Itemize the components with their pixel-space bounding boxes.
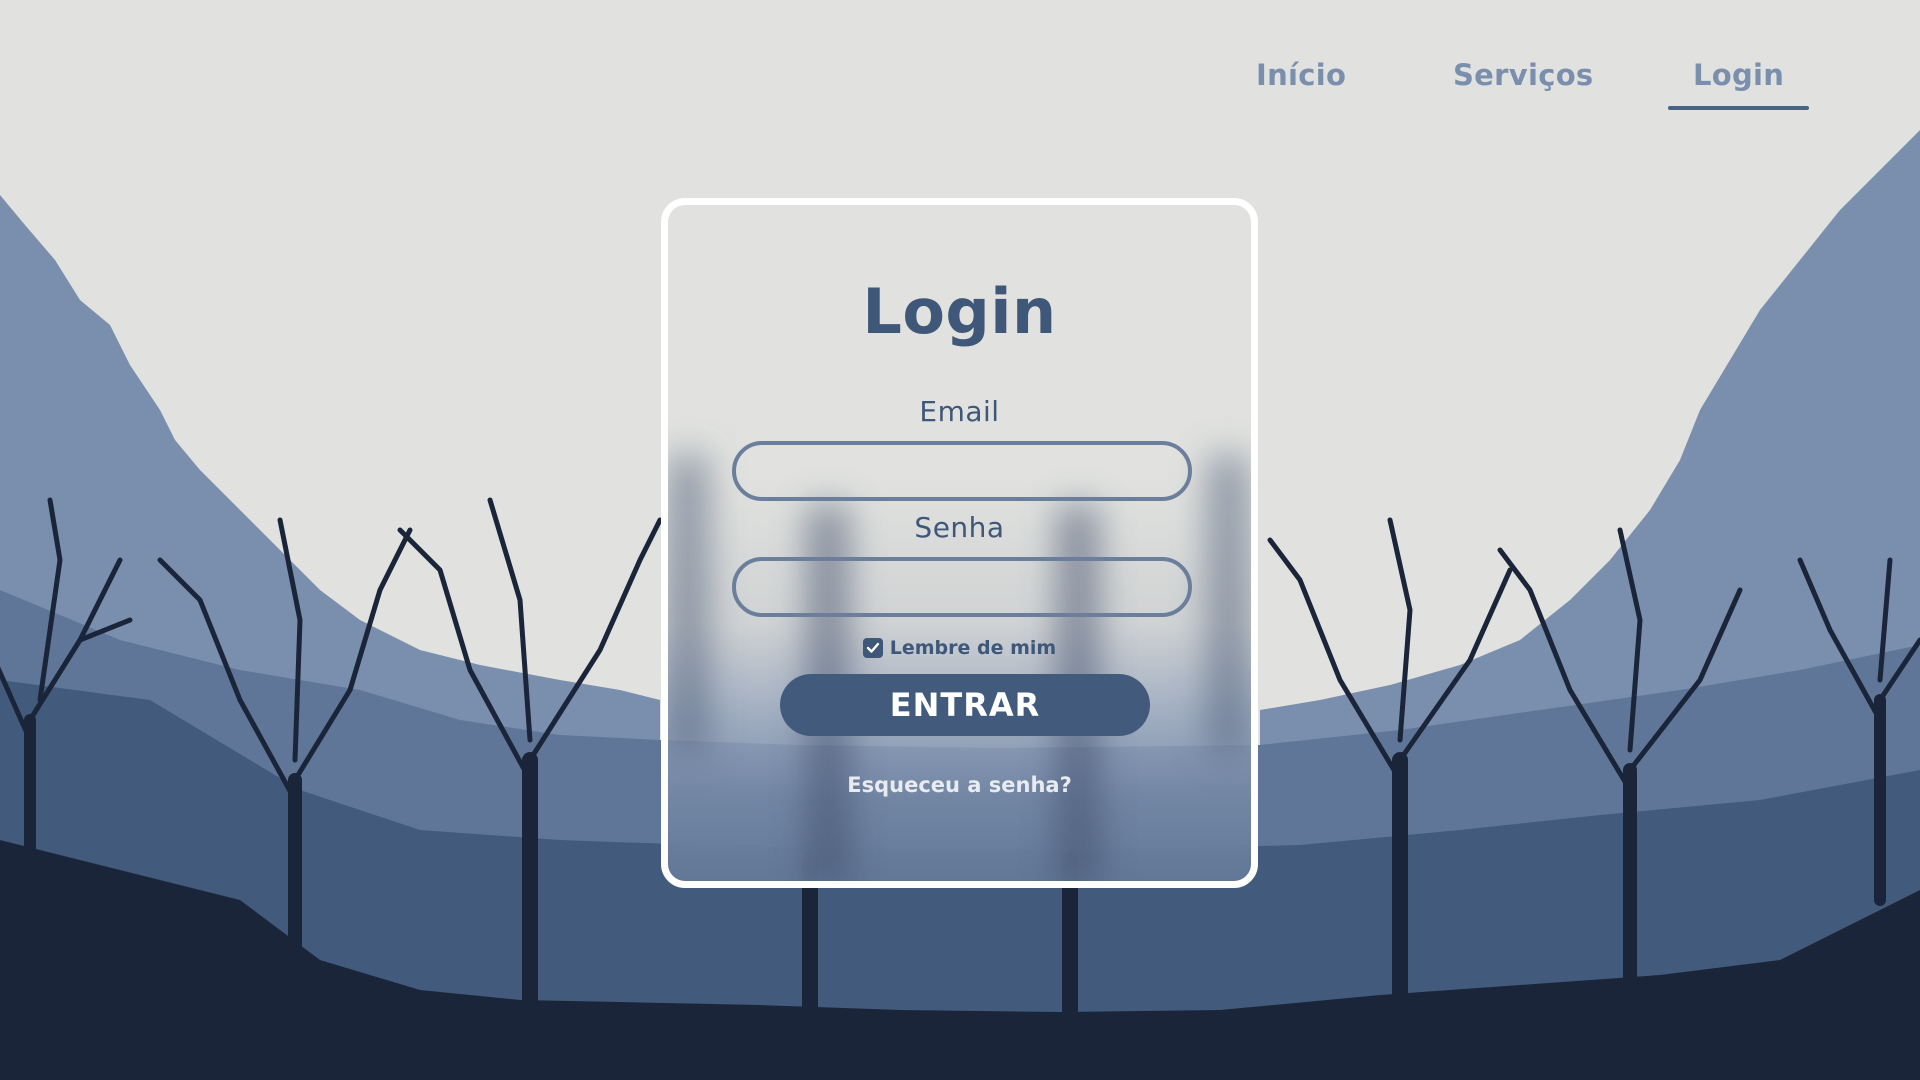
nav-link-servicos[interactable]: Serviços — [1453, 58, 1593, 92]
password-input[interactable] — [732, 557, 1192, 617]
email-label: Email — [919, 395, 1000, 428]
active-nav-underline — [1668, 106, 1809, 110]
email-input[interactable] — [732, 441, 1192, 501]
check-icon — [866, 642, 879, 653]
remember-me-checkbox[interactable] — [862, 638, 883, 658]
nav-link-inicio[interactable]: Início — [1256, 58, 1346, 92]
nav-link-login[interactable]: Login — [1693, 58, 1784, 92]
top-navigation: Início Serviços Login — [1230, 58, 1850, 118]
login-card: Login Email Senha Lembre de mim ENTRAR E… — [661, 198, 1258, 888]
password-label: Senha — [914, 511, 1005, 544]
page-title: Login — [862, 275, 1057, 348]
remember-me-label: Lembre de mim — [889, 637, 1057, 659]
login-submit-button[interactable]: ENTRAR — [780, 674, 1150, 736]
remember-me-row: Lembre de mim — [668, 637, 1251, 659]
forgot-password-link[interactable]: Esqueceu a senha? — [668, 773, 1251, 797]
